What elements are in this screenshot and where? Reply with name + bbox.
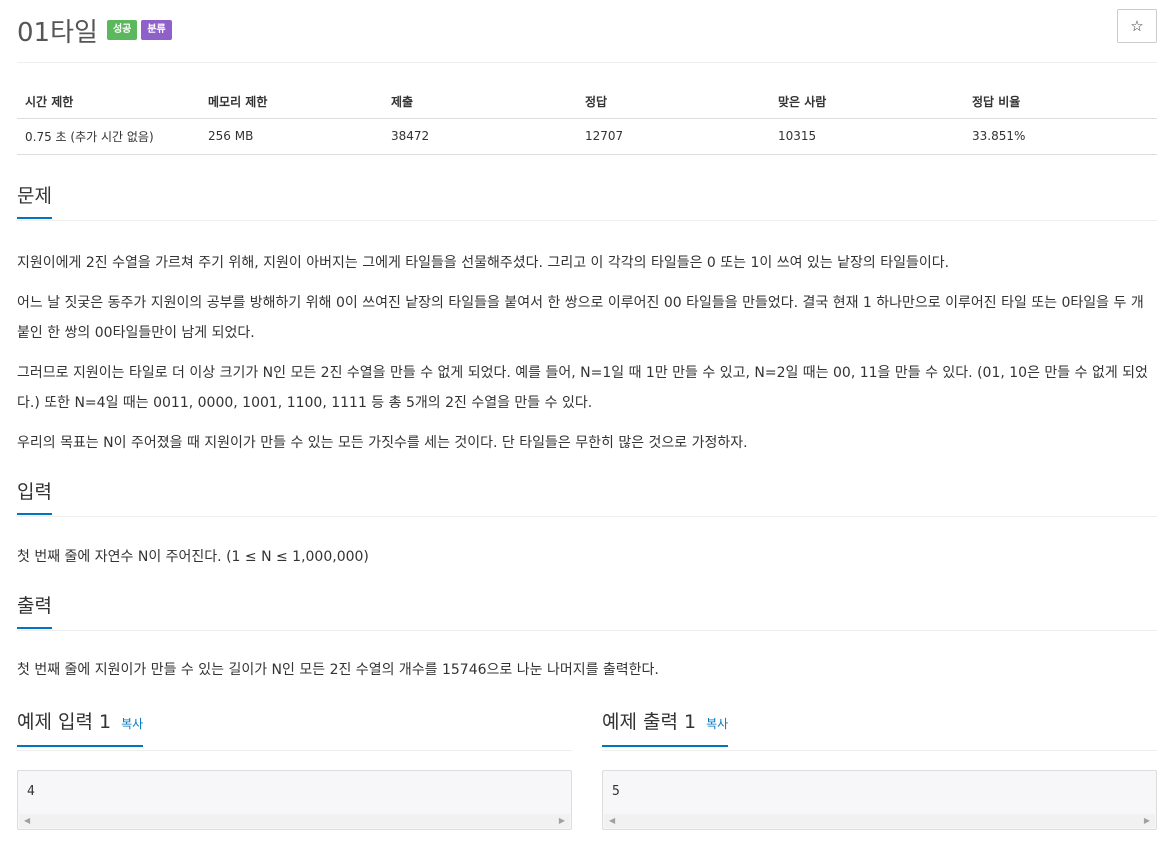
- sample-input-box[interactable]: 4 ◀ ▶: [17, 770, 572, 830]
- sample-output-heading-wrap: 예제 출력 1 복사: [602, 709, 729, 747]
- table-row: 0.75 초 (추가 시간 없음) 256 MB 38472 12707 103…: [17, 118, 1157, 155]
- horizontal-scrollbar[interactable]: ◀ ▶: [604, 814, 1155, 828]
- copy-sample-output-button[interactable]: 복사: [706, 717, 728, 731]
- sample-input-heading-wrap: 예제 입력 1 복사: [17, 709, 144, 747]
- solved-users-value: 10315: [770, 118, 964, 155]
- title-divider: [17, 62, 1157, 63]
- output-section-header: 출력: [17, 593, 1157, 631]
- success-badge[interactable]: 성공: [106, 20, 138, 40]
- sample-input-heading: 예제 입력 1: [17, 711, 112, 733]
- description-paragraph-3: 그러므로 지원이는 타일로 더 이상 크기가 N인 모든 2진 수열을 만들 수…: [17, 365, 1148, 411]
- copy-sample-input-button[interactable]: 복사: [121, 717, 143, 731]
- scroll-right-icon[interactable]: ▶: [559, 816, 565, 825]
- star-icon: ☆: [1130, 17, 1144, 35]
- problem-info-table: 시간 제한 메모리 제한 제출 정답 맞은 사람 정답 비율 0.75 초 (추…: [17, 85, 1157, 155]
- sample-output-value: 5: [612, 784, 620, 799]
- section-divider: [17, 750, 572, 751]
- memory-limit-value: 256 MB: [200, 118, 383, 155]
- header-solved-users: 맞은 사람: [770, 85, 964, 119]
- input-description: 첫 번째 줄에 자연수 N이 주어진다. (1 ≤ N ≤ 1,000,000): [17, 549, 369, 565]
- category-badge[interactable]: 분류: [141, 20, 172, 40]
- sample-input-value: 4: [27, 784, 35, 799]
- input-heading: 입력: [17, 479, 52, 515]
- problem-title: 01타일: [17, 17, 98, 48]
- problem-title-row: 01타일 성공 분류: [17, 10, 172, 50]
- submissions-value: 38472: [383, 118, 577, 155]
- input-section-header: 입력: [17, 479, 1157, 517]
- table-header-row: 시간 제한 메모리 제한 제출 정답 맞은 사람 정답 비율: [17, 85, 1157, 119]
- output-description: 첫 번째 줄에 지원이가 만들 수 있는 길이가 N인 모든 2진 수열의 개수…: [17, 662, 659, 678]
- description-heading: 문제: [17, 183, 52, 219]
- description-paragraph-1: 지원이에게 2진 수열을 가르쳐 주기 위해, 지원이 아버지는 그에게 타일들…: [17, 255, 950, 271]
- output-heading: 출력: [17, 593, 52, 629]
- scroll-left-icon[interactable]: ◀: [24, 816, 30, 825]
- accepted-value: 12707: [577, 118, 770, 155]
- scroll-left-icon[interactable]: ◀: [609, 816, 615, 825]
- header-submissions: 제출: [383, 85, 577, 119]
- sample-input-header: 예제 입력 1 복사: [17, 709, 572, 751]
- scroll-right-icon[interactable]: ▶: [1144, 816, 1150, 825]
- accept-ratio-value: 33.851%: [964, 118, 1157, 155]
- sample-output-heading: 예제 출력 1: [602, 711, 697, 733]
- section-divider: [17, 516, 1157, 517]
- time-limit-value: 0.75 초 (추가 시간 없음): [17, 118, 200, 155]
- header-accepted: 정답: [577, 85, 770, 119]
- sample-output-header: 예제 출력 1 복사: [602, 709, 1157, 751]
- section-divider: [602, 750, 1157, 751]
- horizontal-scrollbar[interactable]: ◀ ▶: [19, 814, 570, 828]
- header-time-limit: 시간 제한: [17, 85, 200, 119]
- section-divider: [17, 220, 1157, 221]
- sample-output-box[interactable]: 5 ◀ ▶: [602, 770, 1157, 830]
- star-button[interactable]: ☆: [1117, 9, 1157, 43]
- description-paragraph-4: 우리의 목표는 N이 주어졌을 때 지원이가 만들 수 있는 모든 가짓수를 세…: [17, 435, 748, 451]
- description-paragraph-2: 어느 날 짓궂은 동주가 지원이의 공부를 방해하기 위해 0이 쓰여진 낱장의…: [17, 295, 1144, 341]
- section-divider: [17, 630, 1157, 631]
- header-memory-limit: 메모리 제한: [200, 85, 383, 119]
- header-accept-ratio: 정답 비율: [964, 85, 1157, 119]
- description-section-header: 문제: [17, 183, 1157, 221]
